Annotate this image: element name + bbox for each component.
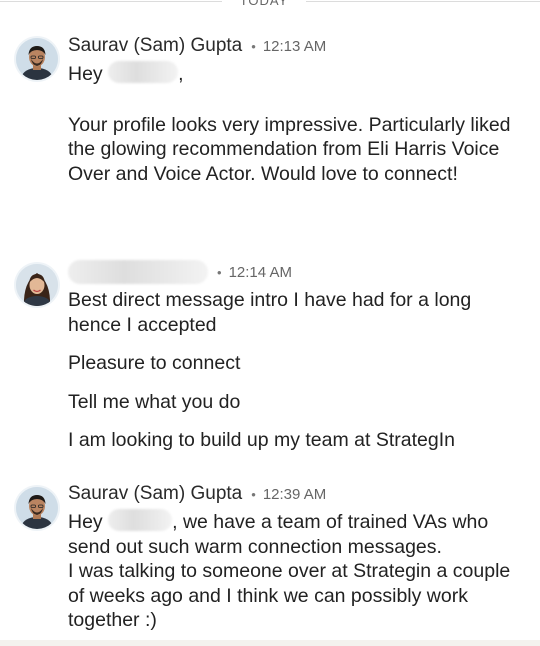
- message-body: Hey , Your profile looks very impressive…: [68, 61, 526, 186]
- message-paragraph: Your profile looks very impressive. Part…: [68, 113, 511, 185]
- person-avatar-icon: [16, 487, 58, 529]
- divider-line: [306, 1, 540, 2]
- person-avatar-icon: [16, 38, 58, 80]
- message-header: • 12:14 AM: [68, 259, 292, 285]
- recipient-avatar[interactable]: [16, 264, 58, 306]
- sender-name[interactable]: Saurav (Sam) Gupta: [68, 483, 242, 505]
- message-paragraph: Best direct message intro I have had for…: [68, 289, 472, 336]
- separator-dot: •: [251, 486, 256, 502]
- person-avatar-icon: [16, 264, 58, 306]
- message-time: 12:13 AM: [262, 37, 327, 55]
- bottom-edge: [0, 640, 540, 646]
- message-greeting: Hey , we have a team of trained VAs who …: [68, 509, 526, 559]
- day-divider: TODAY: [0, 0, 540, 10]
- greeting-suffix: ,: [178, 63, 184, 85]
- sender-avatar[interactable]: [16, 487, 58, 529]
- message-paragraph: I am looking to build up my team at Stra…: [68, 429, 455, 451]
- message-paragraph: I was talking to someone over at Strateg…: [68, 560, 511, 631]
- divider-line: [0, 1, 222, 2]
- separator-dot: •: [217, 264, 222, 280]
- message-header: Saurav (Sam) Gupta • 12:13 AM: [68, 33, 326, 59]
- message-time: 12:39 AM: [262, 485, 327, 503]
- redacted-name: [108, 509, 173, 531]
- redacted-sender-name[interactable]: [68, 260, 208, 284]
- greeting-text: Hey: [68, 511, 103, 533]
- message-paragraph: Pleasure to connect: [68, 352, 241, 374]
- message-paragraph: Tell me what you do: [68, 390, 241, 413]
- message-body: Hey , we have a team of trained VAs who …: [68, 509, 526, 633]
- redacted-name: [108, 61, 179, 83]
- message-body: Best direct message intro I have had for…: [68, 288, 526, 453]
- message-time: 12:14 AM: [228, 263, 292, 281]
- greeting-text: Hey: [68, 63, 103, 85]
- message-greeting: Hey ,: [68, 61, 526, 87]
- day-divider-label: TODAY: [239, 0, 289, 8]
- message-header: Saurav (Sam) Gupta • 12:39 AM: [68, 481, 326, 507]
- sender-avatar[interactable]: [16, 38, 58, 80]
- separator-dot: •: [251, 38, 256, 54]
- sender-name[interactable]: Saurav (Sam) Gupta: [68, 35, 242, 57]
